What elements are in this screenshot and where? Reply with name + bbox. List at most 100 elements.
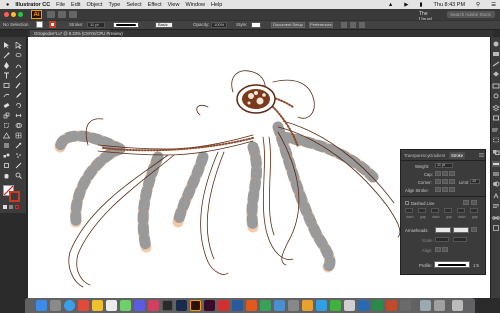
shaper-tool-icon[interactable] (3, 92, 10, 99)
powerpoint-app-icon[interactable] (386, 300, 397, 311)
illustrator-app-icon[interactable] (190, 300, 201, 311)
keynote-app-icon[interactable] (316, 300, 327, 311)
symbol-sprayer-tool-icon[interactable] (15, 152, 22, 159)
paintbrush-tool-icon[interactable] (15, 82, 22, 89)
stroke-weight-field[interactable]: 11 pt (87, 22, 105, 28)
color-mode-icon[interactable] (3, 205, 7, 209)
dash-field-1[interactable] (405, 208, 413, 213)
lasso-tool-icon[interactable] (15, 52, 22, 59)
utility-app-icon[interactable] (400, 300, 411, 311)
spotify-app-icon[interactable] (260, 300, 271, 311)
transform-icon[interactable] (350, 22, 356, 28)
menu-file[interactable]: File (56, 2, 65, 8)
shape-builder-tool-icon[interactable] (15, 122, 22, 129)
butt-cap-button[interactable] (435, 171, 441, 176)
acrobat-app-icon[interactable] (218, 300, 229, 311)
wifi-icon[interactable]: ▲ (388, 2, 393, 8)
gap-field-1[interactable] (418, 208, 426, 213)
menu-edit[interactable]: Edit (71, 2, 80, 8)
menu-type[interactable]: Type (108, 2, 120, 8)
menu-window[interactable]: Window (185, 2, 205, 8)
gradient-tool-icon[interactable] (3, 142, 10, 149)
no-color-mode-icon[interactable] (15, 205, 19, 209)
variable-width-profile[interactable] (113, 22, 139, 28)
messages-app-icon[interactable] (120, 300, 131, 311)
bridge-icon[interactable] (47, 11, 55, 18)
end-scale-field[interactable] (453, 237, 467, 242)
gradient-mode-icon[interactable] (9, 205, 13, 209)
menu-app-name[interactable]: Illustrator CC (15, 2, 50, 8)
itunes-app-icon[interactable] (134, 300, 145, 311)
symbols-panel-icon[interactable] (492, 71, 500, 77)
align-icon[interactable] (341, 22, 347, 28)
pencil-tool-icon[interactable] (15, 92, 22, 99)
photos-app-icon[interactable] (148, 300, 159, 311)
dash-field-3[interactable] (457, 208, 465, 213)
notes-app-icon[interactable] (92, 300, 103, 311)
zoom-window-button[interactable] (18, 12, 23, 17)
menu-help[interactable]: Help (211, 2, 222, 8)
start-scale-field[interactable] (435, 237, 449, 242)
slice-tool-icon[interactable] (15, 162, 22, 169)
magic-wand-tool-icon[interactable] (3, 52, 10, 59)
character-panel-icon[interactable] (492, 192, 500, 199)
curvature-tool-icon[interactable] (15, 62, 22, 69)
artboards-panel-icon[interactable] (492, 115, 500, 121)
dashed-line-checkbox[interactable] (405, 201, 409, 205)
eyedropper-tool-icon[interactable] (15, 142, 22, 149)
transform-panel-icon[interactable] (492, 137, 500, 143)
blend-tool-icon[interactable] (3, 152, 10, 159)
mail-app-icon[interactable] (78, 300, 89, 311)
menu-object[interactable]: Object (87, 2, 103, 8)
terminal-app-icon[interactable] (162, 300, 173, 311)
width-tool-icon[interactable] (15, 112, 22, 119)
pathfinder-panel-icon[interactable] (492, 149, 500, 155)
type-tool-icon[interactable] (3, 72, 10, 79)
downloads-stack-icon[interactable] (420, 300, 431, 311)
tab-gradient[interactable]: Gradient (429, 152, 445, 159)
align-panel-icon[interactable] (492, 127, 500, 133)
miter-join-button[interactable] (435, 179, 441, 184)
indesign-app-icon[interactable] (204, 300, 215, 311)
eraser-tool-icon[interactable] (3, 102, 10, 109)
scale-tool-icon[interactable] (3, 112, 10, 119)
panel-menu-icon[interactable] (479, 153, 484, 157)
perspective-grid-tool-icon[interactable] (3, 132, 10, 139)
mesh-tool-icon[interactable] (15, 132, 22, 139)
align-center-button[interactable] (435, 187, 441, 192)
libraries-panel-icon[interactable] (492, 225, 500, 231)
align-outside-button[interactable] (449, 187, 455, 192)
graphic-styles-panel-icon[interactable] (492, 83, 500, 89)
launchpad-app-icon[interactable] (50, 300, 61, 311)
line-tool-icon[interactable] (15, 72, 22, 79)
layers-panel-icon[interactable] (492, 105, 500, 111)
trash-icon[interactable] (452, 300, 463, 311)
fill-swatch[interactable] (36, 21, 43, 28)
gpu-performance-icon[interactable] (69, 11, 77, 18)
spotlight-icon[interactable]: ⚲ (476, 2, 480, 8)
arrow-tip-at-end-button[interactable] (442, 247, 448, 252)
document-setup-button[interactable]: Document Setup (271, 22, 305, 28)
word-app-icon[interactable] (358, 300, 369, 311)
links-panel-icon[interactable] (492, 215, 500, 221)
finder-app-icon[interactable] (36, 300, 47, 311)
calendar-app-icon[interactable] (106, 300, 117, 311)
projecting-cap-button[interactable] (449, 171, 455, 176)
minimize-window-button[interactable] (11, 12, 16, 17)
arrange-documents-icon[interactable] (58, 11, 66, 18)
arrow-tip-beyond-button[interactable] (435, 247, 441, 252)
photoshop-app-icon[interactable] (176, 300, 187, 311)
dash-field-2[interactable] (431, 208, 439, 213)
graphic-style-swatch[interactable] (251, 22, 261, 28)
selection-tool-icon[interactable] (3, 42, 10, 49)
safari-app-icon[interactable] (64, 300, 75, 311)
numbers-app-icon[interactable] (330, 300, 341, 311)
gap-field-2[interactable] (444, 208, 452, 213)
notification-icon[interactable]: ☰ (491, 2, 496, 8)
align-dash-button[interactable] (471, 200, 477, 205)
limit-field[interactable]: 10 (470, 179, 480, 184)
preview-app-icon[interactable] (344, 300, 355, 311)
app-store-icon[interactable] (274, 300, 285, 311)
creative-cloud-app-icon[interactable] (246, 300, 257, 311)
brushes-panel-icon[interactable] (492, 61, 500, 67)
